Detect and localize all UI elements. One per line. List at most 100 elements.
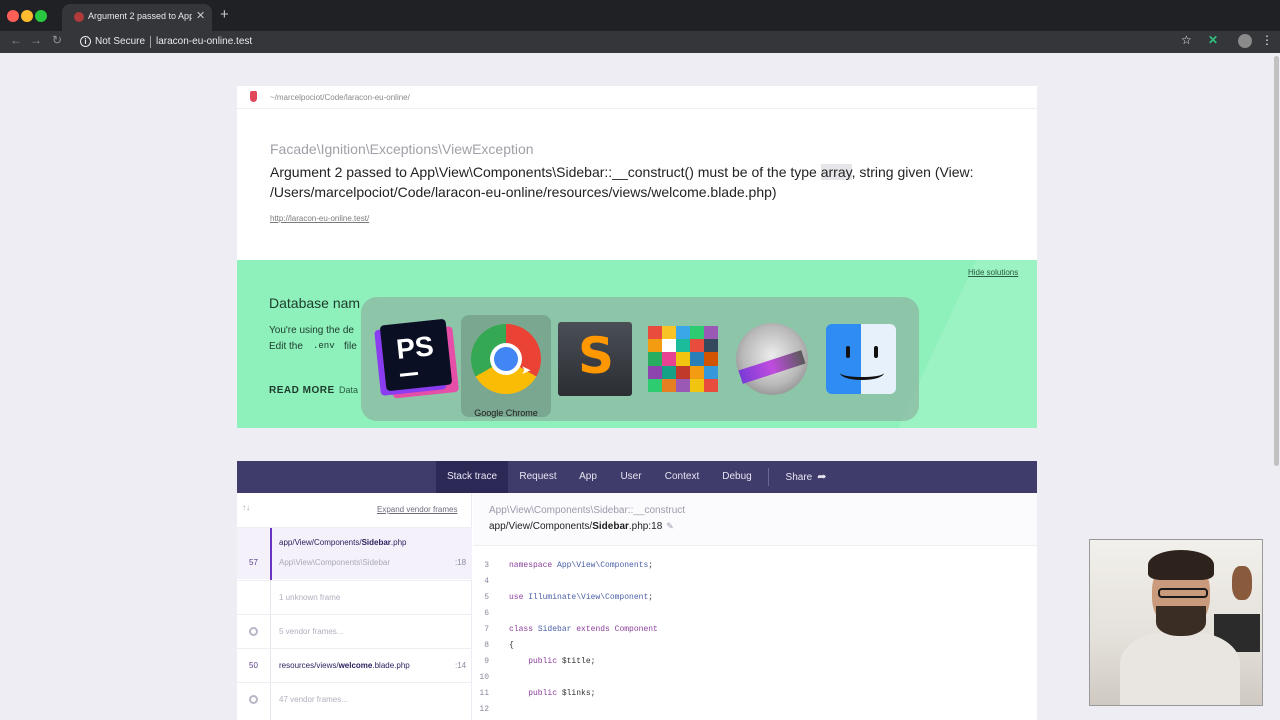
finder-icon[interactable] <box>824 322 898 396</box>
page-scrollbar[interactable] <box>1272 54 1280 720</box>
minimize-window-button[interactable] <box>21 10 33 22</box>
frame-row-blade[interactable]: 50 resources/views/welcome.blade.php :14 <box>237 648 472 683</box>
ignition-logo-icon <box>250 91 257 102</box>
webcam-background-figure <box>1232 566 1252 600</box>
vendor-frames-label: 5 vendor frames... <box>279 627 344 636</box>
paint-color-cell <box>648 365 662 379</box>
frame-row-vendor[interactable]: 47 vendor frames... <box>237 682 472 720</box>
browser-tab-bar: Argument 2 passed to App ✕ + <box>0 0 1280 31</box>
hide-solutions-link[interactable]: Hide solutions <box>968 268 1018 277</box>
browser-tab[interactable]: Argument 2 passed to App ✕ <box>62 4 212 31</box>
paint-color-cell <box>690 326 704 340</box>
pencil-edit-icon[interactable]: ✎ <box>666 521 674 531</box>
extension-icon[interactable]: ✕ <box>1208 33 1218 47</box>
paint-color-cell <box>676 352 690 366</box>
code-file-bold: Sidebar <box>592 521 629 532</box>
code-namespace: Illuminate\View\Component <box>528 593 649 602</box>
expand-vendor-frames-link[interactable]: Expand vendor frames <box>377 505 458 514</box>
vendor-frames-icon <box>249 627 258 636</box>
tab-request[interactable]: Request <box>513 461 563 493</box>
share-label: Share <box>785 472 813 483</box>
phpstorm-bar <box>399 371 419 377</box>
paint-color-cell <box>648 352 662 366</box>
frame-class: App\View\Components\Sidebar <box>279 558 391 567</box>
project-path: ~/marcelpociot/Code/laracon-eu-online/ <box>270 93 410 102</box>
tab-close-icon[interactable]: ✕ <box>196 9 205 22</box>
frame-file-prefix: app/View/Components/ <box>279 538 362 547</box>
line-number: 8 <box>484 641 489 650</box>
paint-color-cell <box>690 378 704 392</box>
paint-color-cell <box>662 378 676 392</box>
frame-file: app/View/Components/Sidebar.php <box>279 538 407 547</box>
frame-row-vendor[interactable]: 5 vendor frames... <box>237 614 472 649</box>
solution-edit-text: Edit the <box>269 341 303 352</box>
google-chrome-icon[interactable] <box>469 322 543 396</box>
share-button[interactable]: Share ➦ <box>779 461 833 493</box>
paint-color-cell <box>676 378 690 392</box>
frame-line: :14 <box>455 661 467 670</box>
frame-row-active[interactable]: 57 app/View/Components/Sidebar.php App\V… <box>237 527 472 580</box>
url-text[interactable]: laracon-eu-online.test <box>156 36 252 47</box>
frame-file-prefix: resources/views/ <box>279 661 339 670</box>
paint-color-cell <box>690 365 704 379</box>
frame-divider <box>270 615 271 649</box>
paint-color-cell <box>704 339 718 353</box>
scrollbar-thumb[interactable] <box>1274 56 1279 466</box>
tab-stack-trace[interactable]: Stack trace <box>436 461 508 493</box>
frame-number: 57 <box>249 558 258 567</box>
security-label[interactable]: Not Secure <box>95 36 145 47</box>
phpstorm-letters: PS <box>394 330 436 365</box>
webcam-person-body <box>1120 632 1240 705</box>
menu-dots-icon[interactable]: ⋮ <box>1261 33 1273 47</box>
close-window-button[interactable] <box>7 10 19 22</box>
tab-user[interactable]: User <box>615 461 647 493</box>
frame-nav-arrows-icon[interactable]: ↑↓ <box>242 503 250 512</box>
bookmark-star-icon[interactable]: ☆ <box>1181 33 1192 47</box>
request-url-link[interactable]: http://laracon-eu-online.test/ <box>270 214 369 223</box>
paint-grid <box>648 326 718 392</box>
paint-color-cell <box>662 326 676 340</box>
frame-divider <box>270 581 271 615</box>
info-icon[interactable]: i <box>80 36 91 47</box>
webcam-person-beard <box>1156 606 1206 636</box>
tab-context[interactable]: Context <box>659 461 705 493</box>
message-part-1: Argument 2 passed to App\View\Components… <box>270 164 821 180</box>
solution-title: Database nam <box>269 295 361 311</box>
reload-icon[interactable]: ↻ <box>52 33 62 47</box>
code-namespace: App\View\Components <box>557 561 649 570</box>
finder-eye-right <box>874 346 878 358</box>
paint-app-icon[interactable] <box>646 322 720 396</box>
code-line: use Illuminate\View\Component; <box>509 593 653 602</box>
phpstorm-icon[interactable]: PS <box>379 318 453 396</box>
forward-arrow-icon[interactable]: → <box>30 33 42 47</box>
maximize-window-button[interactable] <box>35 10 47 22</box>
frame-file-bold: Sidebar <box>361 538 391 547</box>
tab-debug[interactable]: Debug <box>717 461 757 493</box>
new-tab-button[interactable]: + <box>220 6 229 23</box>
paint-color-cell <box>704 326 718 340</box>
frame-divider <box>270 649 271 683</box>
profile-avatar-icon[interactable] <box>1238 34 1252 48</box>
sublime-letter: S <box>578 327 615 385</box>
read-more-link[interactable]: READ MORE <box>269 385 335 396</box>
vendor-frames-label: 47 vendor frames... <box>279 695 348 704</box>
address-bar[interactable]: i Not Secure laracon-eu-online.test <box>68 33 1208 51</box>
tab-app[interactable]: App <box>573 461 603 493</box>
frame-file-suffix: .blade.php <box>372 661 410 670</box>
sublime-tile: S <box>558 322 632 396</box>
back-arrow-icon[interactable]: ← <box>10 33 22 47</box>
imovie-icon[interactable] <box>735 322 809 396</box>
phpstorm-tile: PS <box>379 318 453 392</box>
code-keyword: public <box>528 657 558 666</box>
frame-file-bold: welcome <box>338 661 373 670</box>
frame-file: resources/views/welcome.blade.php <box>279 661 410 670</box>
frame-line: :18 <box>455 558 467 567</box>
line-number: 10 <box>479 673 489 682</box>
frame-row-unknown[interactable]: 1 unknown frame <box>237 580 472 615</box>
code-snippet: 3 namespace App\View\Components; 4 5 use… <box>473 545 1037 720</box>
sublime-text-icon[interactable]: S <box>558 322 632 396</box>
line-number: 7 <box>484 625 489 634</box>
exception-message: Argument 2 passed to App\View\Components… <box>270 162 1020 202</box>
solution-doc-link[interactable]: Data <box>339 385 358 395</box>
